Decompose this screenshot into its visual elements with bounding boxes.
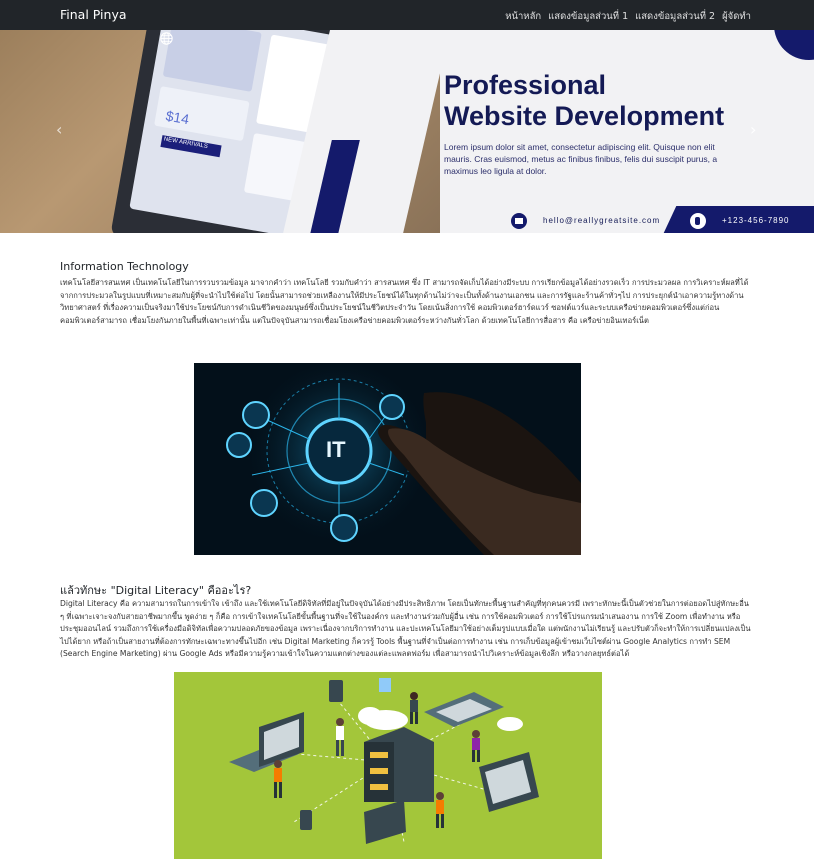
hero-title-line1: Professional (444, 70, 607, 100)
hero-title: Professional Website Development (444, 70, 724, 132)
brand-link[interactable]: Final Pinya (60, 7, 127, 22)
section-text-digital-literacy: Digital Literacy คือ ความสามารถในการเข้า… (60, 599, 751, 658)
isometric-network-graphic (174, 672, 602, 859)
nav-link-home[interactable]: หน้าหลัก (505, 9, 541, 24)
navbar: Final Pinya หน้าหลัก แสดงข้อมูลส่วนที่ 1… (0, 0, 814, 30)
globe-icon (160, 32, 173, 49)
carousel-next-icon[interactable]: › (750, 120, 756, 139)
phone-icon (690, 213, 706, 229)
hero-email: hello@reallygreatsite.com (543, 216, 661, 225)
hero-corner-circle (774, 30, 814, 60)
hero-title-line2: Website Development (444, 101, 725, 131)
it-network-image: IT (194, 363, 581, 555)
mail-icon (511, 213, 527, 229)
it-image-label: IT (326, 437, 346, 462)
section-text-it: เทคโนโลยีสารสนเทศ เป็นเทคโนโลยีในการรวบร… (60, 278, 749, 325)
hero-description: Lorem ipsum dolor sit amet, consectetur … (444, 142, 718, 176)
carousel-prev-icon[interactable]: ‹ (56, 120, 62, 139)
it-network-graphic (194, 363, 581, 555)
nav-links: หน้าหลัก แสดงข้อมูลส่วนที่ 1 แสดงข้อมูลส… (505, 9, 751, 24)
section-title-it: Information Technology (60, 260, 189, 273)
nav-link-creators[interactable]: ผู้จัดทำ (722, 9, 751, 24)
digital-literacy-image (174, 672, 602, 859)
hero-phone: +123-456-7890 (722, 216, 790, 225)
nav-link-data-part-1[interactable]: แสดงข้อมูลส่วนที่ 1 (548, 9, 628, 24)
section-title-digital-literacy: แล้วทักษะ "Digital Literacy" คืออะไร? (60, 584, 252, 597)
nav-link-data-part-2[interactable]: แสดงข้อมูลส่วนที่ 2 (635, 9, 715, 24)
hero-carousel: NEW ARRIVALS $14 Professional Website De… (0, 30, 814, 233)
